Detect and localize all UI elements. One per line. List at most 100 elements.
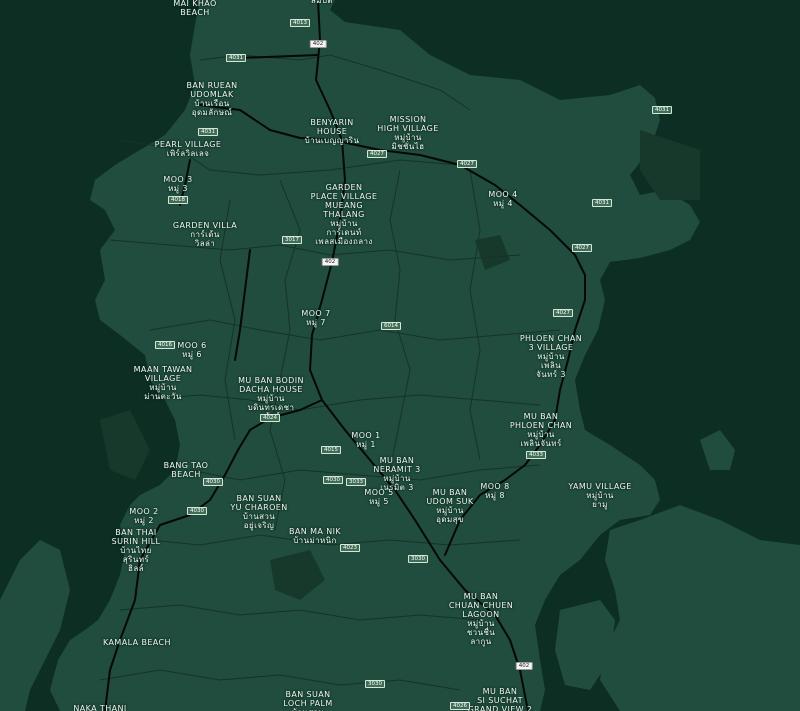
place-label-line: MAAN TAWAN (133, 365, 193, 374)
place-label-benyarin-house[interactable]: BENYARIN HOUSE บ้านเบญญาริน (305, 118, 360, 145)
place-label-line: บ้านม่าหนิก (293, 536, 337, 545)
place-label-line: หมู่บ้าน (467, 619, 495, 628)
place-label-line: MOO 3 (163, 175, 193, 184)
route-shield-3033: 3033 (346, 478, 366, 486)
place-label-line: MOO 6 (177, 341, 207, 350)
place-label-mu-ban-si-suchat[interactable]: MU BAN SI SUCHAT GRAND VIEW 2 (468, 687, 533, 711)
route-shield-3030: 3030 (365, 680, 385, 688)
place-label-line: MOO 1 (351, 431, 381, 440)
place-label-ban-suan-yu-charoen[interactable]: BAN SUAN YU CHAROEN บ้านสวน อยู่เจริญ (230, 494, 287, 530)
place-label-moo-4[interactable]: MOO 4 หมู่ 4 (488, 190, 517, 208)
place-label-line: เพลิน (541, 361, 561, 370)
route-shield-4027: 4027 (457, 160, 477, 168)
place-label-line: หมู่ 4 (493, 199, 513, 208)
place-label-line: ม่านตะวัน (144, 392, 182, 401)
place-label-line: BAN MA NIK (289, 527, 341, 536)
place-label-neramit-3[interactable]: MU BAN NERAMIT 3 หมู่บ้าน เนรมิต 3 (373, 456, 420, 492)
place-label-mai-khao-beach[interactable]: MAI KHAO BEACH (173, 0, 216, 17)
place-label-line: MU BAN (432, 488, 468, 497)
place-label-line: หมู่ 1 (356, 440, 376, 449)
place-label-line: จันทร์ 3 (536, 370, 566, 379)
place-label-moo-3[interactable]: MOO 3 หมู่ 3 (163, 175, 192, 193)
place-label-line: ชวนชื่น (466, 628, 496, 637)
place-label-moo-8[interactable]: MOO 8 หมู่ 8 (480, 482, 509, 500)
place-label-ban-suan-loch-palm[interactable]: BAN SUANLOCH PALMบ้านสวน (283, 690, 332, 711)
place-label-garden-place-village[interactable]: GARDEN PLACE VILLAGE MUEANG THALANG หมู่บ้าน… (311, 183, 378, 246)
place-label-line: MAI KHAO (173, 0, 217, 8)
place-label-moo-1[interactable]: MOO 1 หมู่ 1 (351, 431, 380, 449)
route-shield-4030: 4030 (187, 507, 207, 515)
place-label-line: SURIN HILL (111, 537, 161, 546)
place-label-top-cut-label[interactable]: สมบัติ (311, 0, 333, 5)
place-label-bang-tao-beach[interactable]: BANG TAO BEACH (164, 461, 209, 479)
place-label-chuan-chuen-lagoon[interactable]: MU BAN CHUAN CHUEN LAGOON หมู่บ้าน ชวนชื่น ลา… (449, 592, 513, 646)
place-label-line: หมู่บ้าน (257, 394, 285, 403)
place-label-line: GARDEN VILLA (172, 221, 238, 230)
place-label-line: BANG TAO (163, 461, 209, 470)
place-label-line: วิลล่า (194, 239, 216, 248)
place-label-line: การ์เดนท์ (326, 228, 362, 237)
place-label-line: บดินทรเดชา (247, 403, 295, 412)
place-label-line: สุรินทร์ (122, 555, 150, 564)
route-shield-4027: 4027 (553, 309, 573, 317)
place-label-line: PEARL VILLAGE (154, 140, 222, 149)
place-label-garden-villa[interactable]: GARDEN VILLA การ์เด้น วิลล่า (173, 221, 237, 248)
place-label-line: อยู่เจริญ (243, 521, 275, 530)
place-label-line: หมู่ 3 (168, 184, 188, 193)
place-label-line: HOUSE (316, 127, 348, 136)
place-label-line: PLACE VILLAGE (310, 192, 378, 201)
place-label-ban-ma-nik[interactable]: BAN MA NIK บ้านม่าหนิก (289, 527, 341, 545)
place-label-line: เพลสเมืองถลาง (315, 237, 373, 246)
place-label-moo-6[interactable]: MOO 6 หมู่ 6 (177, 341, 206, 359)
place-label-moo-2[interactable]: MOO 2 หมู่ 2 (129, 507, 158, 525)
place-label-yamu-village[interactable]: YAMU VILLAGE หมู่บ้าน ยามู (568, 482, 631, 509)
place-label-line: PHLOEN CHAN (509, 421, 573, 430)
place-label-line: NERAMIT 3 (373, 465, 421, 474)
place-label-line: LAGOON (462, 610, 500, 619)
place-label-ban-thai-surin-hill[interactable]: BAN THAI SURIN HILL บ้านไทย สุรินทร์ ฮิลล์ (112, 528, 161, 573)
place-label-mu-ban-phloen-chan[interactable]: MU BAN PHLOEN CHAN หมู่บ้าน เพลินจันทร์ (510, 412, 572, 448)
place-label-line: MOO 7 (301, 309, 331, 318)
route-shield-4027: 4027 (367, 150, 387, 158)
route-shield-4031: 4031 (652, 106, 672, 114)
place-label-maan-tawan-village[interactable]: MAAN TAWAN VILLAGE หมู่บ้าน ม่านตะวัน (134, 365, 193, 401)
route-shield-4030: 4030 (203, 478, 223, 486)
place-label-line: อุดมลักษณ์ (191, 108, 233, 117)
place-label-naka-thani[interactable]: NAKA THANI (73, 704, 126, 711)
place-label-line: CHUAN CHUEN (448, 601, 514, 610)
place-label-line: MU BAN (523, 412, 559, 421)
place-label-line: UDOMLAK (190, 90, 234, 99)
route-shield-4015: 4015 (321, 446, 341, 454)
place-label-line: บ้านสวน (242, 512, 276, 521)
route-shield-4031: 4031 (198, 128, 218, 136)
place-label-line: ลากูน (470, 637, 492, 646)
place-label-udom-suk[interactable]: MU BAN UDOM SUK หมู่บ้าน อุดมสุข (426, 488, 473, 524)
place-label-kamala-beach[interactable]: KAMALA BEACH (103, 638, 171, 647)
place-label-line: VILLAGE (144, 374, 182, 383)
place-label-line: MUEANG (325, 201, 363, 210)
place-label-line: หมู่ 7 (306, 318, 326, 327)
place-label-line: GRAND VIEW 2 (467, 705, 533, 711)
route-shield-402: 402 (515, 662, 533, 670)
place-label-line: ฮิลล์ (128, 564, 144, 573)
place-label-mission-high-village[interactable]: MISSION HIGH VILLAGE หมู่บ้าน มิชชั่นไฮ (377, 115, 438, 151)
place-label-line: สมบัติ (310, 0, 334, 5)
place-label-line: MU BAN BODIN (238, 376, 304, 385)
place-label-line: KAMALA BEACH (103, 638, 171, 647)
route-shield-3030: 3030 (408, 555, 428, 563)
route-shield-6014: 6014 (381, 322, 401, 330)
route-shield-4026: 4026 (450, 702, 470, 710)
place-label-line: BAN SUAN (236, 494, 282, 503)
place-label-line: MISSION (389, 115, 427, 124)
route-shield-402: 402 (321, 258, 339, 266)
place-label-pearl-village[interactable]: PEARL VILLAGE เพิร์ลวิลเลจ (155, 140, 222, 158)
route-shield-4018: 4018 (168, 196, 188, 204)
place-label-line: THALANG (323, 210, 365, 219)
place-label-moo-5[interactable]: MOO 5 หมู่ 5 (364, 488, 393, 506)
place-label-line: บ้านเบญญาริน (304, 136, 360, 145)
place-label-moo-7[interactable]: MOO 7 หมู่ 7 (301, 309, 330, 327)
place-label-phloen-chan-3[interactable]: PHLOEN CHAN 3 VILLAGE หมู่บ้าน เพลิน จันทร์ … (520, 334, 582, 379)
place-label-line: MU BAN (463, 592, 499, 601)
place-label-ban-ruean-udomlak[interactable]: BAN RUEAN UDOMLAK บ้านเรือน อุดมลักษณ์ (186, 81, 237, 117)
map-view[interactable]: MAI KHAO BEACH สมบัติ BAN RUEAN UDOMLAK บ้านเ… (0, 0, 800, 711)
